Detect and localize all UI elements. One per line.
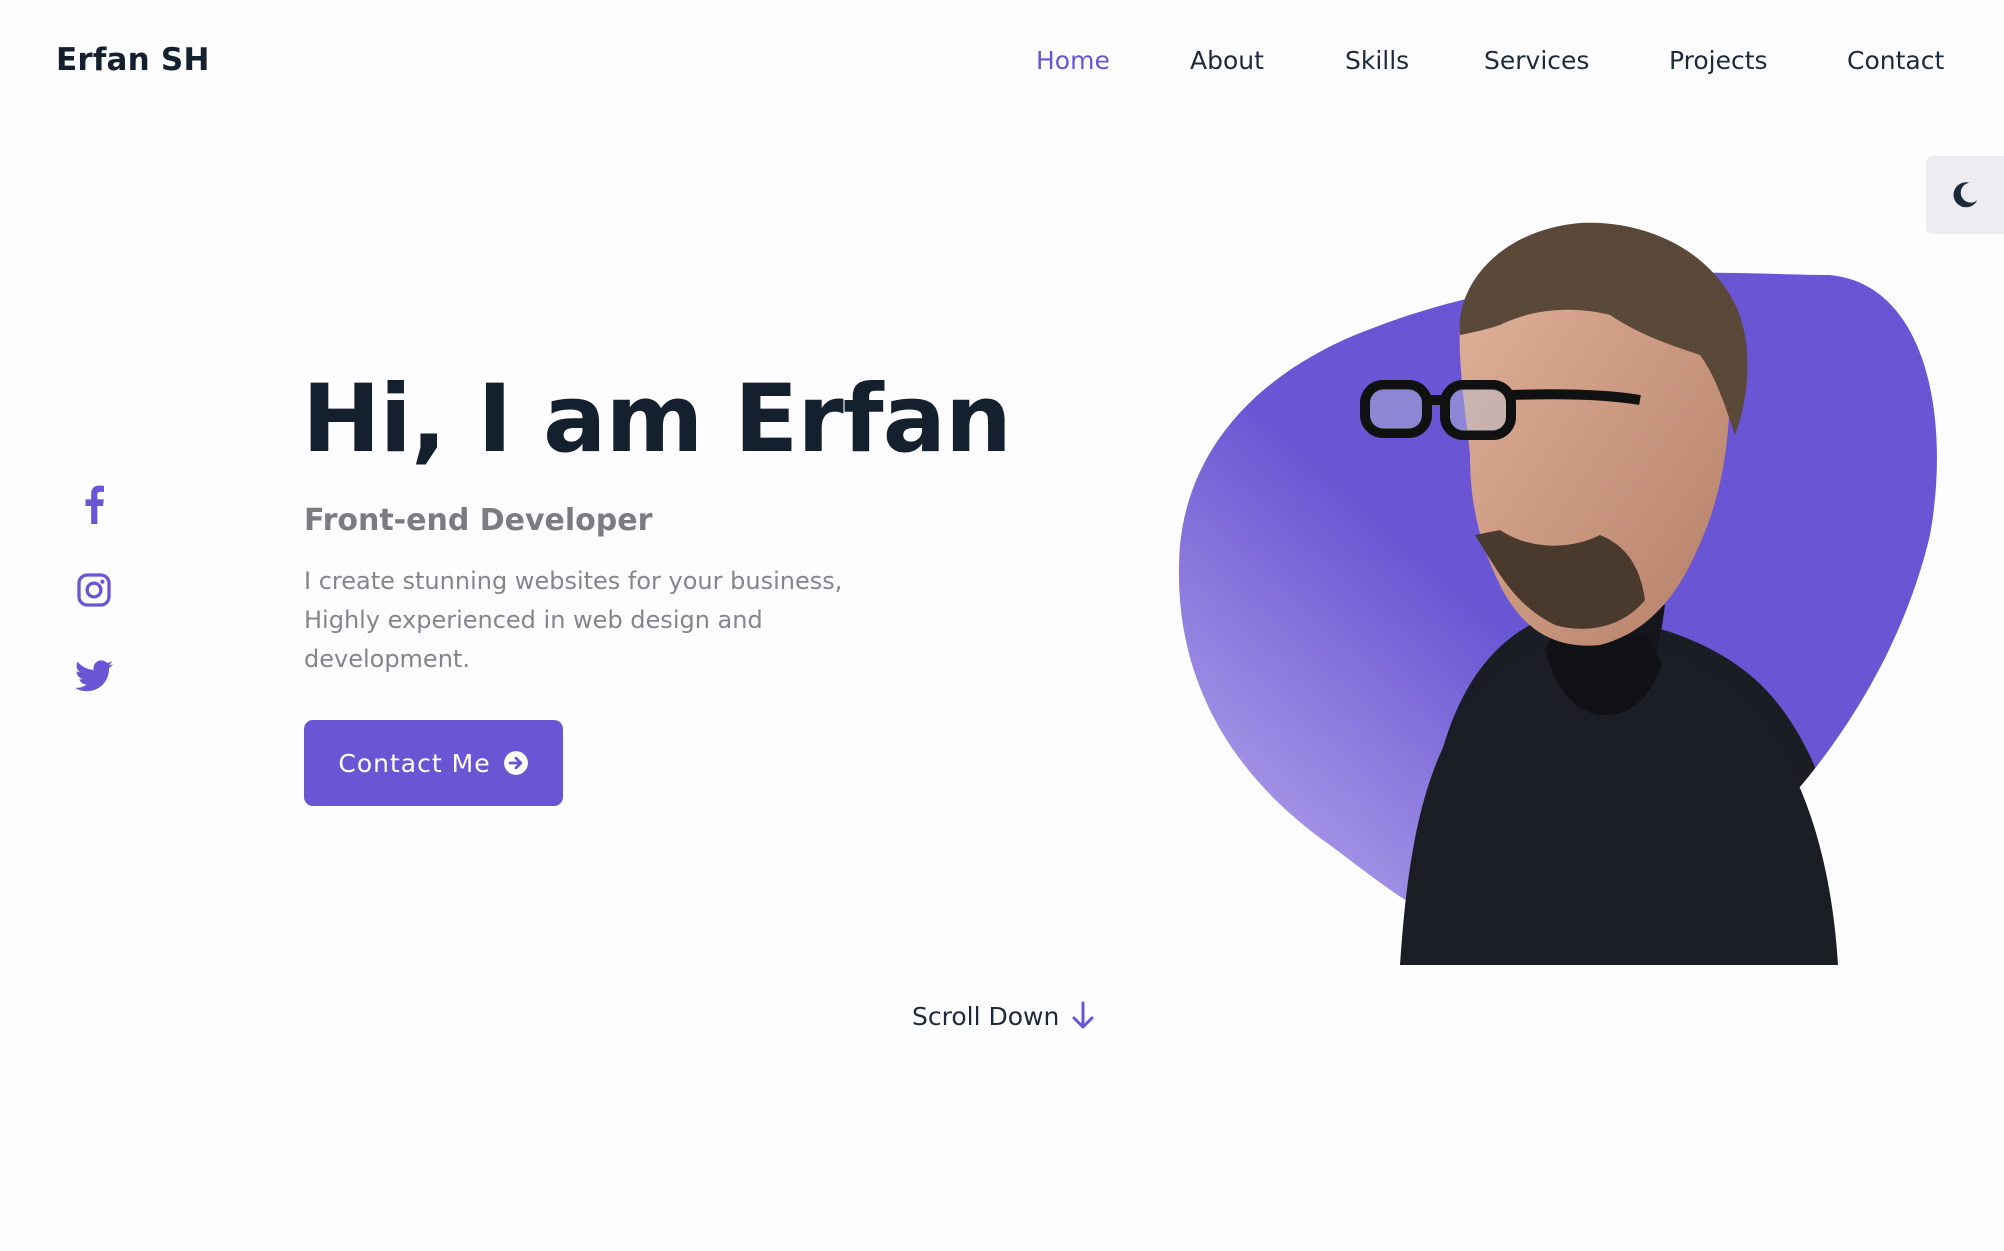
brand-logo[interactable]: Erfan SH	[56, 42, 210, 78]
arrow-right-circle-icon	[503, 750, 529, 776]
scroll-down-link[interactable]: Scroll Down	[912, 1001, 1095, 1031]
contact-me-label: Contact Me	[338, 748, 491, 778]
moon-icon	[1953, 182, 1978, 208]
scroll-down-label: Scroll Down	[912, 1001, 1060, 1031]
nav-item-home[interactable]: Home	[1036, 46, 1110, 75]
nav-item-about[interactable]: About	[1190, 46, 1264, 75]
nav-item-skills[interactable]: Skills	[1345, 46, 1409, 75]
instagram-link[interactable]	[70, 568, 118, 612]
nav-item-projects[interactable]: Projects	[1669, 46, 1768, 75]
twitter-icon	[75, 660, 113, 692]
instagram-icon	[77, 573, 111, 607]
facebook-link[interactable]	[70, 482, 118, 526]
contact-me-button[interactable]: Contact Me	[304, 720, 563, 806]
nav-item-services[interactable]: Services	[1484, 46, 1589, 75]
main-nav: Home About Skills Services Projects Cont…	[1000, 46, 1964, 82]
twitter-link[interactable]	[70, 654, 118, 698]
arrow-down-icon	[1072, 1001, 1094, 1029]
facebook-icon	[85, 485, 104, 524]
hero-title: Hi, I am Erfan	[302, 365, 1012, 474]
nav-item-contact[interactable]: Contact	[1847, 46, 1944, 75]
hero-subtitle: Front-end Developer	[304, 503, 653, 538]
profile-portrait	[1178, 222, 1937, 965]
hero-description: I create stunning websites for your busi…	[304, 567, 843, 673]
